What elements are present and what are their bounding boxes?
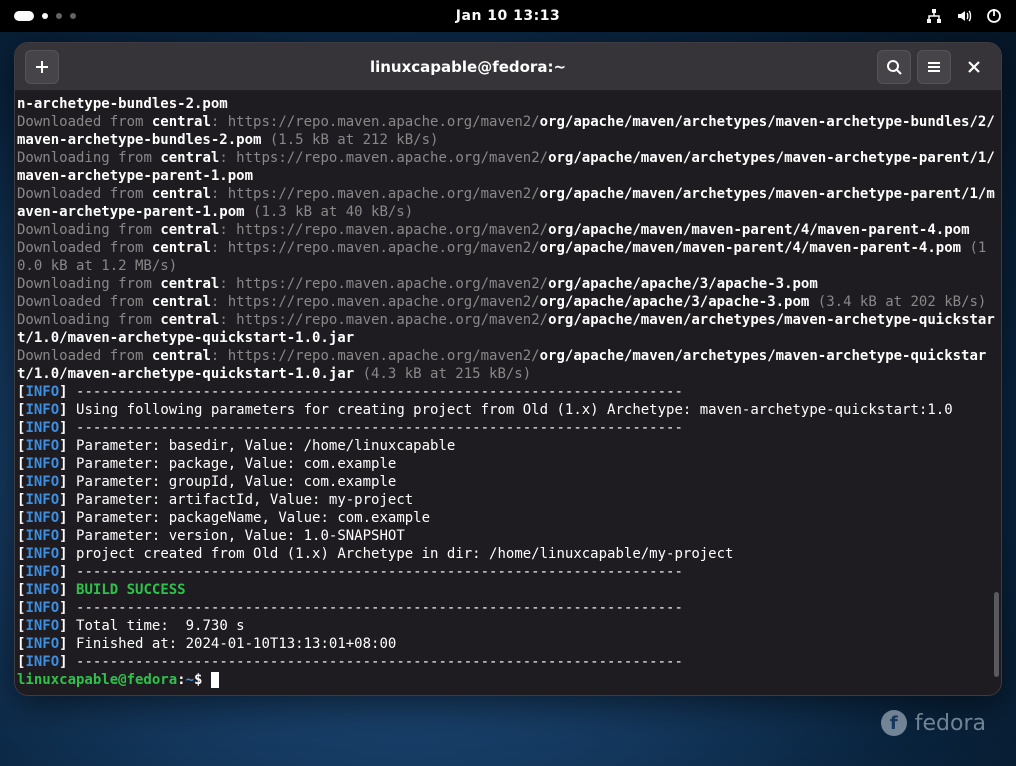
fedora-logo-icon: f (881, 710, 907, 736)
scrollbar-thumb[interactable] (994, 592, 999, 677)
system-tray[interactable] (926, 8, 1002, 24)
titlebar: linuxcapable@fedora:~ (15, 43, 1001, 91)
close-button[interactable] (957, 50, 991, 84)
gnome-top-bar: Jan 10 13:13 (0, 0, 1016, 32)
activities-indicator[interactable] (14, 11, 76, 21)
network-icon (926, 8, 942, 24)
clock[interactable]: Jan 10 13:13 (456, 8, 560, 24)
fedora-watermark: f fedora (881, 710, 986, 736)
new-tab-button[interactable] (25, 50, 59, 84)
search-button[interactable] (877, 50, 911, 84)
window-title: linuxcapable@fedora:~ (67, 58, 869, 76)
fedora-watermark-text: fedora (915, 711, 986, 736)
volume-icon (956, 8, 972, 24)
power-icon (986, 8, 1002, 24)
terminal-output[interactable]: n-archetype-bundles-2.pomDownloaded from… (15, 91, 1001, 695)
terminal-window: linuxcapable@fedora:~ n-archetype-bundle… (14, 42, 1002, 696)
menu-button[interactable] (917, 50, 951, 84)
scrollbar[interactable] (994, 91, 999, 695)
terminal-cursor (211, 672, 219, 688)
